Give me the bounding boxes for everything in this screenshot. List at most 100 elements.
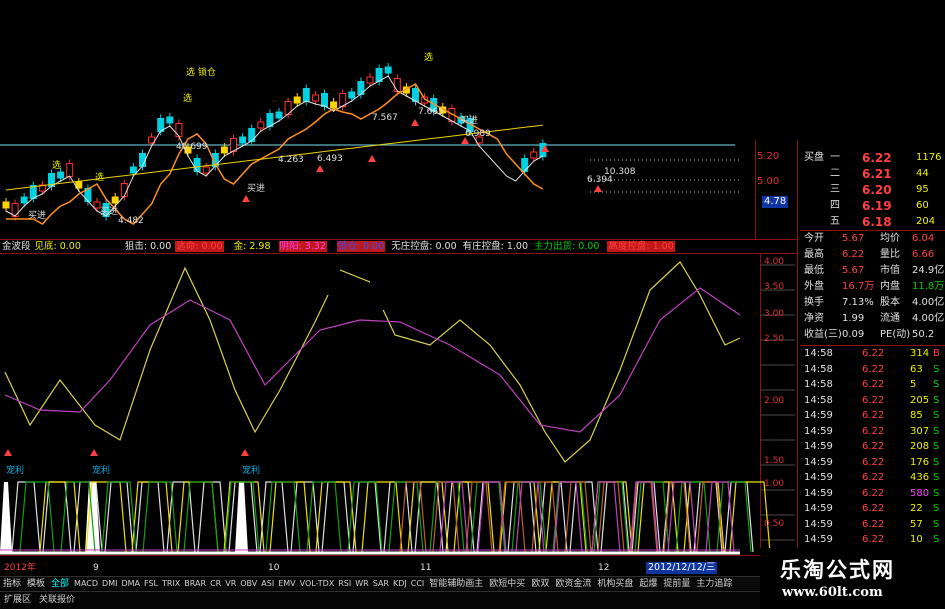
indicator-signal-arrow: [4, 449, 12, 456]
indicator-tab[interactable]: 模板: [24, 578, 48, 591]
indicator-tab[interactable]: 欧双: [528, 578, 552, 591]
tick-price: 6.22: [862, 425, 885, 437]
time-axis-label: 9: [93, 563, 99, 573]
stat-label: 最低: [804, 265, 824, 276]
band-magenta: [667, 481, 697, 553]
occlusion-mask: [370, 255, 465, 310]
indicator-axis-tick: 3.00: [764, 309, 785, 319]
bid-level-label: 五: [830, 216, 840, 227]
indicator-tab[interactable]: EMV: [276, 577, 297, 590]
indicator-tab[interactable]: 提前量: [660, 578, 693, 591]
indicator-tab[interactable]: RSI: [336, 577, 353, 590]
stock-terminal: { "header": { "line1": [ {"text": "鹏博电子(…: [0, 0, 945, 609]
tick-time: 14:58: [804, 348, 833, 359]
indicator-tab[interactable]: 智能辅助画主: [426, 578, 486, 591]
profit-marker: 宠利: [92, 466, 111, 476]
tick-time: 14:58: [804, 379, 833, 390]
tick-volume: 176: [910, 456, 930, 468]
indicator-axis-tick: 2.00: [764, 396, 785, 406]
tick-time: 14:59: [804, 410, 833, 421]
stat-label: 量比: [880, 249, 900, 260]
band-white: [11, 481, 41, 553]
indicator-tab[interactable]: 起爆: [636, 578, 660, 591]
stat-label: 股本: [880, 297, 900, 308]
stat-value: 0.09: [842, 329, 865, 340]
band-yellow: [269, 481, 311, 553]
band-white: [259, 481, 289, 553]
band-white: [383, 481, 413, 553]
stat-label: 收益(三): [804, 329, 842, 340]
indicator-tab[interactable]: MACD: [72, 577, 100, 590]
tick-row: 14:59 6.22 307 S: [800, 424, 945, 440]
bid-price: 6.18: [862, 215, 892, 229]
tick-row: 14:59 6.22 436 S: [800, 470, 945, 486]
indicator-tab[interactable]: 指标: [0, 578, 24, 591]
bid-price: 6.19: [862, 199, 892, 213]
indicator-tab[interactable]: DMI: [100, 577, 119, 590]
stat-value: 7.13%: [842, 297, 874, 308]
tick-price: 6.22: [862, 518, 885, 530]
tick-row: 14:59 6.22 580 S: [800, 486, 945, 502]
indicator-axis-tick: 2.50: [764, 334, 785, 344]
indicator-tab[interactable]: CR: [208, 577, 223, 590]
tick-side: S: [933, 534, 940, 545]
tick-price: 6.22: [862, 487, 885, 499]
extension-tab[interactable]: 关联报价: [35, 592, 79, 608]
band-yellow: [131, 481, 173, 553]
stat-label: 内盘: [880, 281, 900, 292]
indicator-chart[interactable]: [0, 0, 800, 560]
tick-side: B: [933, 348, 940, 359]
tick-row: 14:58 6.22 5 S: [800, 377, 945, 393]
indicator-tab[interactable]: VR: [223, 577, 238, 590]
tick-side: S: [933, 410, 940, 421]
tick-time: 14:59: [804, 456, 833, 468]
tick-price: 6.22: [862, 472, 885, 483]
site-watermark: 乐淘公式网 www.60lt.com: [760, 548, 945, 609]
stat-value: 6.66: [912, 249, 935, 260]
indicator-tab[interactable]: CCI: [409, 577, 427, 590]
time-axis-label: 10: [268, 563, 280, 573]
tick-row: 14:58 6.22 205 S: [800, 393, 945, 409]
indicator-tab[interactable]: 主力追踪: [693, 578, 735, 591]
band-yellow: [177, 481, 219, 553]
indicator-tab[interactable]: FSL: [142, 577, 160, 590]
indicator-tab[interactable]: OBV: [238, 577, 259, 590]
indicator-tab[interactable]: WR: [353, 577, 370, 590]
stat-value: 5.67: [842, 233, 865, 244]
tick-time: 14:58: [804, 394, 833, 406]
indicator-tab[interactable]: ASI: [259, 577, 276, 590]
cursor-date-box: 2012/12/12/三: [646, 562, 718, 574]
stat-label: 外盘: [804, 281, 824, 292]
indicator-tab[interactable]: SAR: [371, 577, 391, 590]
indicator-tab[interactable]: 欧资金流: [552, 578, 594, 591]
tick-volume: 314: [910, 348, 930, 359]
tick-row: 14:59 6.22 57 S: [800, 517, 945, 533]
stat-value: 5.67: [842, 265, 865, 276]
bid-row: 买盘一 6.22 1176: [800, 150, 945, 166]
indicator-tab[interactable]: TRIX: [160, 577, 182, 590]
tick-volume: 57: [910, 518, 923, 530]
tick-row: 14:59 6.22 22 S: [800, 501, 945, 517]
stat-label: 换手: [804, 297, 824, 308]
indicator-tab[interactable]: VOL-TDX: [298, 577, 337, 590]
indicator-tab[interactable]: 机构买盘: [594, 578, 636, 591]
tick-side: S: [933, 379, 940, 390]
tick-volume: 63: [910, 363, 923, 375]
tick-volume: 205: [910, 394, 930, 406]
indicator-tab[interactable]: BRAR: [182, 577, 208, 590]
bid-row: 五 6.18 204: [800, 214, 945, 230]
tick-volume: 10: [910, 534, 923, 545]
bid-level-label: 一: [830, 152, 840, 163]
bid-header: 买盘: [804, 152, 824, 163]
indicator-tab[interactable]: 全部: [48, 578, 72, 591]
stat-row: 收益(三) 0.09 PE(动) 50.2: [800, 327, 945, 343]
bid-row: 三 6.20 95: [800, 182, 945, 198]
indicator-tab[interactable]: DMA: [119, 577, 142, 590]
extension-tab[interactable]: 扩展区: [0, 592, 35, 608]
tick-side: S: [933, 363, 940, 375]
indicator-tab[interactable]: 欧短中买: [486, 578, 528, 591]
watermark-title: 乐淘公式网: [780, 558, 895, 582]
stat-row: 今开 5.67 均价 6.04: [800, 231, 945, 247]
indicator-tab[interactable]: KDJ: [391, 577, 409, 590]
tick-time: 14:59: [804, 441, 833, 452]
